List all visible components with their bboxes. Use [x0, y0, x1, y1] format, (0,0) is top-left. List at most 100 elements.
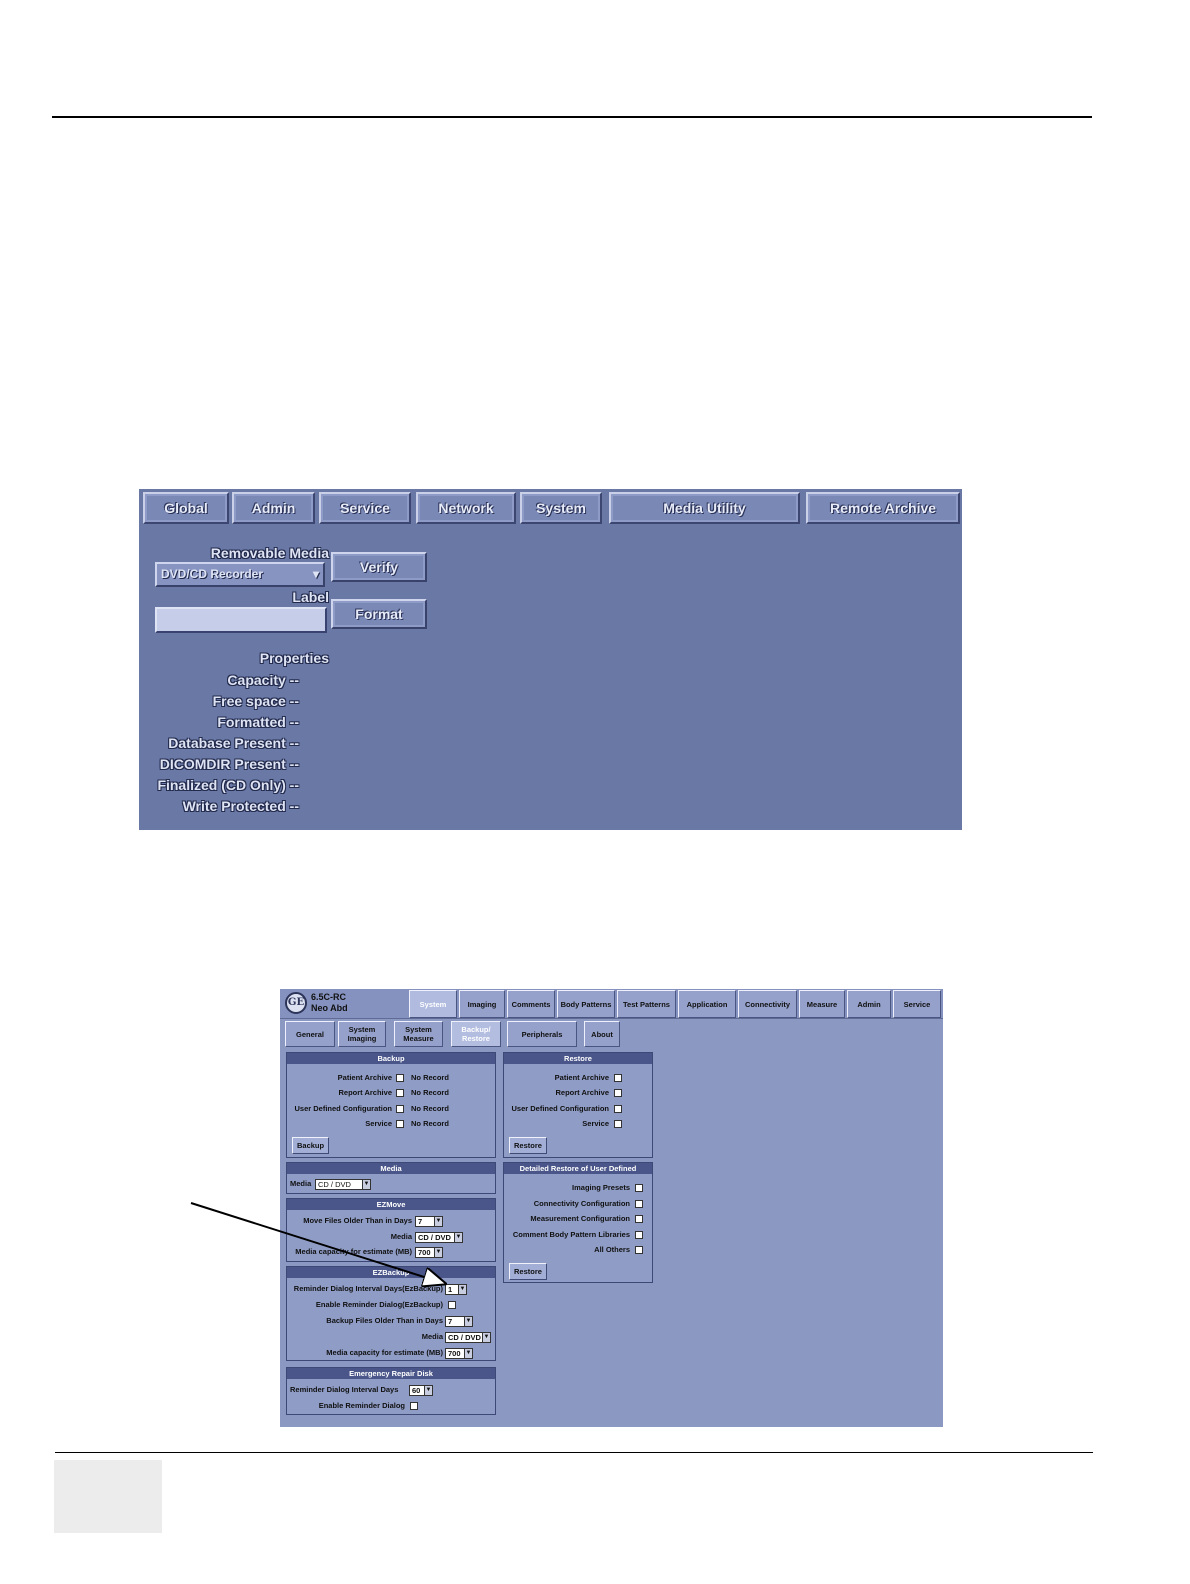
- tab-system[interactable]: System: [520, 492, 602, 524]
- ezbackup-days-select[interactable]: 7 ▼: [445, 1316, 473, 1327]
- tab-measure[interactable]: Measure: [799, 990, 845, 1018]
- ezbackup-media-select[interactable]: CD / DVD ▼: [445, 1332, 491, 1343]
- ezmove-capacity-select[interactable]: 700 ▼: [415, 1247, 443, 1258]
- subtab-peripherals[interactable]: Peripherals: [507, 1021, 577, 1047]
- restore-patient-archive-checkbox[interactable]: [614, 1074, 622, 1082]
- row-label: Connectivity Configuration: [533, 1199, 630, 1208]
- ezbackup-row-interval: Reminder Dialog Interval Days(EzBackup) …: [287, 1284, 497, 1296]
- subtab-system-imaging[interactable]: System Imaging: [338, 1021, 386, 1047]
- row-label: Reminder Dialog Interval Days(EzBackup): [293, 1284, 443, 1293]
- status-text: No Record: [411, 1104, 449, 1113]
- restore-row-patient-archive: Patient Archive: [504, 1073, 654, 1085]
- measurement-config-checkbox[interactable]: [635, 1215, 643, 1223]
- chevron-down-icon: ▼: [482, 1333, 490, 1342]
- tab-media-utility[interactable]: Media Utility: [609, 492, 800, 524]
- row-label: User Defined Configuration: [511, 1104, 609, 1113]
- restore-user-config-checkbox[interactable]: [614, 1105, 622, 1113]
- all-others-checkbox[interactable]: [635, 1246, 643, 1254]
- subtab-general[interactable]: General: [285, 1021, 335, 1047]
- restore-service-checkbox[interactable]: [614, 1120, 622, 1128]
- ezmove-days-select[interactable]: 7 ▼: [415, 1216, 443, 1227]
- tab-test-patterns[interactable]: Test Patterns: [617, 990, 676, 1018]
- ezbackup-capacity-select[interactable]: 700 ▼: [445, 1348, 473, 1359]
- backup-user-config-checkbox[interactable]: [396, 1105, 404, 1113]
- tab-admin[interactable]: Admin: [847, 990, 891, 1018]
- format-button[interactable]: Format: [331, 599, 427, 629]
- subtab-system-measure[interactable]: System Measure: [394, 1021, 443, 1047]
- tab-body-patterns[interactable]: Body Patterns: [557, 990, 615, 1018]
- subtab-about[interactable]: About: [584, 1021, 620, 1047]
- detailed-row-all-others: All Others: [504, 1245, 654, 1257]
- emergency-enable-checkbox[interactable]: [410, 1402, 418, 1410]
- imaging-presets-checkbox[interactable]: [635, 1184, 643, 1192]
- chevron-down-icon: ▼: [464, 1349, 472, 1358]
- property-capacity: Capacity --: [227, 672, 299, 688]
- removable-media-label: Removable Media: [210, 545, 329, 561]
- row-label: Backup Files Older Than in Days: [326, 1316, 443, 1325]
- detailed-row-imaging-presets: Imaging Presets: [504, 1183, 654, 1195]
- chevron-down-icon: ▼: [434, 1248, 442, 1257]
- detailed-restore-title: Detailed Restore of User Defined: [504, 1163, 652, 1174]
- label-caption: Label: [292, 589, 329, 605]
- footer-rule: [55, 1452, 1093, 1453]
- restore-panel: Restore Patient Archive Report Archive U…: [503, 1052, 653, 1158]
- tab-service[interactable]: Service: [893, 990, 941, 1018]
- row-label: Imaging Presets: [572, 1183, 630, 1192]
- removable-media-select[interactable]: DVD/CD Recorder ▾: [155, 562, 325, 587]
- ezbackup-row-capacity: Media capacity for estimate (MB) 700 ▼: [287, 1348, 497, 1360]
- chevron-down-icon: ▾: [312, 567, 319, 581]
- comment-body-pattern-checkbox[interactable]: [635, 1231, 643, 1239]
- row-label: Measurement Configuration: [530, 1214, 630, 1223]
- emergency-repair-panel: Emergency Repair Disk Reminder Dialog In…: [286, 1367, 496, 1415]
- tab-imaging[interactable]: Imaging: [459, 990, 505, 1018]
- restore-report-archive-checkbox[interactable]: [614, 1089, 622, 1097]
- verify-button[interactable]: Verify: [331, 552, 427, 582]
- properties-heading: Properties: [259, 650, 329, 666]
- chevron-down-icon: ▼: [362, 1180, 370, 1189]
- media-select[interactable]: CD / DVD ▼: [315, 1179, 371, 1190]
- property-dicomdir-present: DICOMDIR Present --: [159, 756, 299, 772]
- restore-button[interactable]: Restore: [509, 1137, 547, 1154]
- backup-row-service: Service No Record: [287, 1119, 497, 1131]
- tab-comments[interactable]: Comments: [507, 990, 555, 1018]
- chevron-down-icon: ▼: [464, 1317, 472, 1326]
- ezmove-row-capacity: Media capacity for estimate (MB) 700 ▼: [287, 1247, 497, 1259]
- connectivity-config-checkbox[interactable]: [635, 1200, 643, 1208]
- tab-network[interactable]: Network: [416, 492, 516, 524]
- row-label: Enable Reminder Dialog(EzBackup): [315, 1300, 443, 1309]
- ezbackup-enable-checkbox[interactable]: [448, 1301, 456, 1309]
- restore-row-report-archive: Report Archive: [504, 1088, 654, 1100]
- tab-admin[interactable]: Admin: [232, 492, 315, 524]
- backup-panel-title: Backup: [287, 1053, 495, 1064]
- label-input[interactable]: [155, 607, 327, 633]
- ezbackup-row-enable: Enable Reminder Dialog(EzBackup): [287, 1300, 497, 1312]
- backup-patient-archive-checkbox[interactable]: [396, 1074, 404, 1082]
- ezbackup-interval-select[interactable]: 1 ▼: [445, 1284, 467, 1295]
- tab-service[interactable]: Service: [319, 492, 411, 524]
- property-database-present: Database Present --: [168, 735, 299, 751]
- detailed-row-comment-body: Comment Body Pattern Libraries: [504, 1230, 654, 1242]
- backup-service-checkbox[interactable]: [396, 1120, 404, 1128]
- chevron-down-icon: ▼: [454, 1233, 462, 1242]
- ezmove-media-select[interactable]: CD / DVD ▼: [415, 1232, 463, 1243]
- subtab-backup-restore[interactable]: Backup/ Restore: [451, 1021, 501, 1047]
- ezmove-panel: EZMove Move Files Older Than in Days 7 ▼ …: [286, 1198, 496, 1262]
- detailed-restore-button[interactable]: Restore: [509, 1263, 547, 1280]
- row-label: Service: [582, 1119, 609, 1128]
- backup-report-archive-checkbox[interactable]: [396, 1089, 404, 1097]
- tab-connectivity[interactable]: Connectivity: [738, 990, 797, 1018]
- row-label: Move Files Older Than in Days: [303, 1216, 412, 1225]
- chevron-down-icon: ▼: [424, 1386, 432, 1395]
- tab-system[interactable]: System: [409, 990, 457, 1018]
- tab-remote-archive[interactable]: Remote Archive: [806, 492, 960, 524]
- backup-button[interactable]: Backup: [292, 1137, 330, 1154]
- row-label: Reminder Dialog Interval Days: [290, 1385, 399, 1394]
- emergency-interval-select[interactable]: 60 ▼: [409, 1385, 433, 1396]
- ezmove-row-media: Media CD / DVD ▼: [287, 1232, 497, 1244]
- row-label: Report Archive: [555, 1088, 610, 1097]
- tab-global[interactable]: Global: [143, 492, 229, 524]
- restore-panel-title: Restore: [504, 1053, 652, 1064]
- restore-row-user-config: User Defined Configuration: [504, 1104, 654, 1116]
- tab-application[interactable]: Application: [678, 990, 736, 1018]
- detailed-restore-panel: Detailed Restore of User Defined Imaging…: [503, 1162, 653, 1283]
